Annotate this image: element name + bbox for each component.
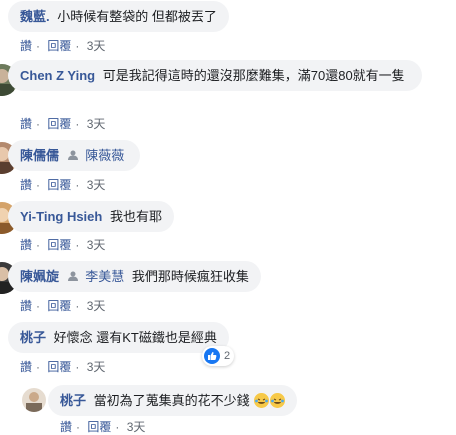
reply-link[interactable]: 回覆 (47, 299, 71, 313)
reply-link[interactable]: 回覆 (47, 178, 71, 192)
reaction-summary[interactable]: 2 (202, 346, 235, 366)
reaction-count: 2 (224, 350, 231, 362)
comment-bubble: 桃子 當初為了蒐集真的花不少錢 (48, 385, 298, 416)
tagged-friend-link[interactable]: 李美慧 (85, 269, 124, 284)
commenter-name[interactable]: Chen Z Ying (20, 68, 95, 83)
friend-tag-icon (67, 150, 78, 160)
like-link[interactable]: 讚 (20, 299, 32, 313)
comment-bubble: 陳姵旋 李美慧 我們那時候瘋狂收集 (8, 261, 261, 292)
like-link[interactable]: 讚 (20, 178, 32, 192)
comment-3: 陳儒儒 陳薇薇 讚 · 回覆 · 3天 (0, 140, 456, 192)
comment-5: 陳姵旋 李美慧 我們那時候瘋狂收集 讚 · 回覆 · 3天 (0, 260, 456, 313)
comment-text: 我們那時候瘋狂收集 (131, 269, 249, 284)
avatar[interactable] (22, 388, 46, 412)
timestamp[interactable]: 3天 (87, 360, 106, 374)
comment-bubble: 桃子 好懷念 還有KT磁鐵也是經典 (8, 322, 229, 353)
timestamp[interactable]: 3天 (87, 299, 106, 313)
laughing-crying-emoji-icon (270, 393, 286, 408)
comment-bubble: Chen Z Ying 可是我記得這時的還沒那麼難集，滿70還80就有一隻 (8, 60, 422, 91)
comment-text: 小時候有整袋的 但都被丟了 (57, 9, 217, 24)
commenter-name[interactable]: 魏藍. (20, 9, 50, 24)
reply-link[interactable]: 回覆 (47, 238, 71, 252)
reply-link[interactable]: 回覆 (47, 360, 71, 374)
commenter-name[interactable]: 桃子 (60, 393, 86, 408)
friend-tag-icon (67, 271, 78, 281)
comment-actions: 讚 · 回覆 · 3天 (20, 178, 106, 192)
timestamp[interactable]: 3天 (87, 117, 106, 131)
laughing-crying-emoji-icon (254, 393, 270, 408)
avatar-image (22, 388, 46, 412)
comment-bubble: 魏藍. 小時候有整袋的 但都被丟了 (8, 1, 229, 32)
comment-text: 當初為了蒐集真的花不少錢 (93, 393, 250, 408)
comment-actions: 讚 · 回覆 · 3天 (20, 360, 106, 374)
commenter-name[interactable]: 桃子 (20, 330, 46, 345)
like-icon (204, 348, 220, 364)
like-link[interactable]: 讚 (20, 39, 32, 53)
comment-actions: 讚 · 回覆 · 3天 (20, 39, 106, 53)
comment-bubble: 陳儒儒 陳薇薇 (8, 140, 141, 171)
like-link[interactable]: 讚 (20, 360, 32, 374)
like-link[interactable]: 讚 (20, 117, 32, 131)
commenter-name[interactable]: 陳儒儒 (20, 148, 59, 163)
reply-link[interactable]: 回覆 (47, 117, 71, 131)
comment-4: Yi-Ting Hsieh 我也有耶 讚 · 回覆 · 3天 (0, 200, 456, 252)
tagged-friend-link[interactable]: 陳薇薇 (85, 148, 124, 163)
reply-link[interactable]: 回覆 (87, 420, 111, 434)
comment-actions: 讚 · 回覆 · 3天 (20, 299, 106, 313)
like-link[interactable]: 讚 (20, 238, 32, 252)
commenter-name[interactable]: Yi-Ting Hsieh (20, 209, 102, 224)
comment-actions: 讚 · 回覆 · 3天 (20, 238, 106, 252)
comment-text: 好懷念 還有KT磁鐵也是經典 (53, 330, 217, 345)
reply-1: 桃子 當初為了蒐集真的花不少錢 讚 · 回覆 · 3天 (0, 384, 456, 434)
comment-2: Chen Z Ying 可是我記得這時的還沒那麼難集，滿70還80就有一隻 讚 ·… (0, 60, 456, 131)
reply-link[interactable]: 回覆 (47, 39, 71, 53)
comment-actions: 讚 · 回覆 · 3天 (20, 117, 106, 131)
timestamp[interactable]: 3天 (87, 39, 106, 53)
comment-text: 我也有耶 (109, 209, 162, 224)
comment-text: 可是我記得這時的還沒那麼難集，滿70還80就有一隻 (102, 68, 405, 83)
comment-1: 魏藍. 小時候有整袋的 但都被丟了 讚 · 回覆 · 3天 (0, 0, 456, 53)
like-link[interactable]: 讚 (60, 420, 72, 434)
comment-bubble: Yi-Ting Hsieh 我也有耶 (8, 201, 174, 232)
timestamp[interactable]: 3天 (127, 420, 146, 434)
comment-actions: 讚 · 回覆 · 3天 (60, 420, 146, 434)
timestamp[interactable]: 3天 (87, 238, 106, 252)
comment-6: 桃子 好懷念 還有KT磁鐵也是經典 2 讚 · 回覆 · 3天 (0, 322, 456, 374)
timestamp[interactable]: 3天 (87, 178, 106, 192)
commenter-name[interactable]: 陳姵旋 (20, 269, 59, 284)
